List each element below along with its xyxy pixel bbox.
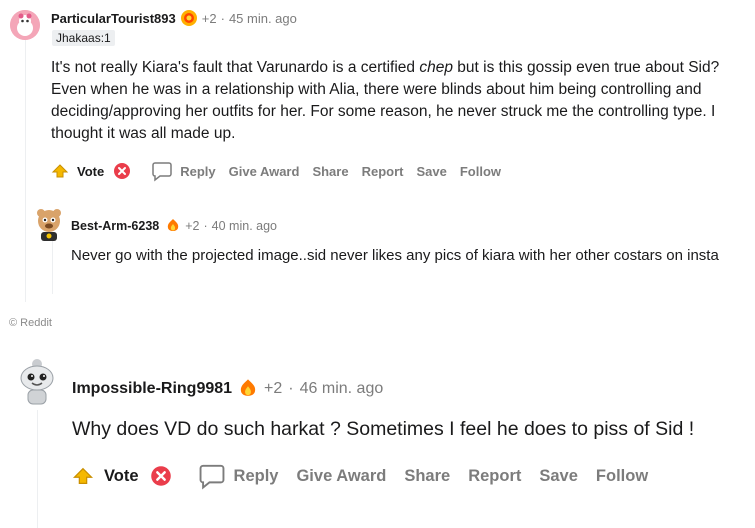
comment-meta: ParticularTourist893 +2 · 45 min. ago [51, 9, 297, 27]
username[interactable]: Impossible-Ring9981 [72, 380, 232, 398]
vote-label: Vote [77, 163, 105, 179]
downvote-icon[interactable] [150, 465, 172, 487]
share-button[interactable]: Share [312, 164, 348, 179]
avatar[interactable] [34, 206, 64, 242]
downvote-icon[interactable] [113, 162, 131, 180]
comment-meta: Best-Arm-6238 +2 · 40 min. ago [71, 218, 277, 234]
share-button[interactable]: Share [404, 467, 450, 486]
reply-label: Reply [180, 163, 216, 179]
comment-body: It's not really Kiara's fault that Varun… [51, 57, 746, 145]
thread-line [37, 410, 38, 528]
thread-line [25, 40, 26, 302]
save-button[interactable]: Save [416, 164, 446, 179]
timestamp[interactable]: 46 min. ago [300, 380, 384, 398]
comment-actions: Vote Reply Give Award Share Report Save … [51, 160, 501, 182]
points: +2 [264, 380, 283, 397]
username[interactable]: Best-Arm-6238 [71, 219, 159, 233]
give-award-button[interactable]: Give Award [296, 467, 386, 486]
vote-label: Vote [104, 466, 139, 485]
comment-body: Why does VD do such harkat ? Sometimes I… [72, 418, 695, 440]
reply-button[interactable]: Reply [151, 160, 216, 182]
comment-body-emphasis: chep [419, 59, 453, 76]
follow-button[interactable]: Follow [460, 164, 501, 179]
points: +2 [201, 10, 217, 26]
comment-body: Never go with the projected image..sid n… [71, 247, 719, 264]
separator-dot: · [220, 10, 225, 26]
username[interactable]: ParticularTourist893 [51, 11, 176, 26]
reply-button[interactable]: Reply [198, 462, 279, 490]
award-icon [180, 9, 198, 27]
comment-body-text: It's not really Kiara's fault that Varun… [51, 59, 420, 76]
comment-actions: Vote Reply Give Award Share Report Save … [72, 462, 648, 490]
reply-label: Reply [233, 466, 279, 485]
comment-bubble-icon [199, 464, 224, 490]
timestamp[interactable]: 45 min. ago [229, 11, 297, 26]
points: +2 [185, 219, 200, 233]
avatar[interactable] [10, 10, 40, 40]
comment-meta: Impossible-Ring9981 +2 · 46 min. ago [72, 378, 383, 400]
reddit-watermark: © Reddit [9, 317, 52, 329]
separator-dot: · [288, 380, 294, 397]
follow-button[interactable]: Follow [596, 467, 648, 486]
upvote-icon[interactable] [51, 162, 69, 180]
timestamp[interactable]: 40 min. ago [212, 219, 277, 233]
award-icon [165, 218, 181, 234]
separator-dot: · [203, 219, 208, 233]
upvote-icon[interactable] [72, 465, 94, 487]
user-flair: Jhakaas:1 [52, 30, 115, 46]
avatar[interactable] [17, 352, 57, 408]
report-button[interactable]: Report [362, 164, 404, 179]
award-icon [237, 378, 259, 400]
give-award-button[interactable]: Give Award [229, 164, 300, 179]
comment-bubble-icon [152, 162, 172, 182]
save-button[interactable]: Save [539, 467, 578, 486]
report-button[interactable]: Report [468, 467, 521, 486]
